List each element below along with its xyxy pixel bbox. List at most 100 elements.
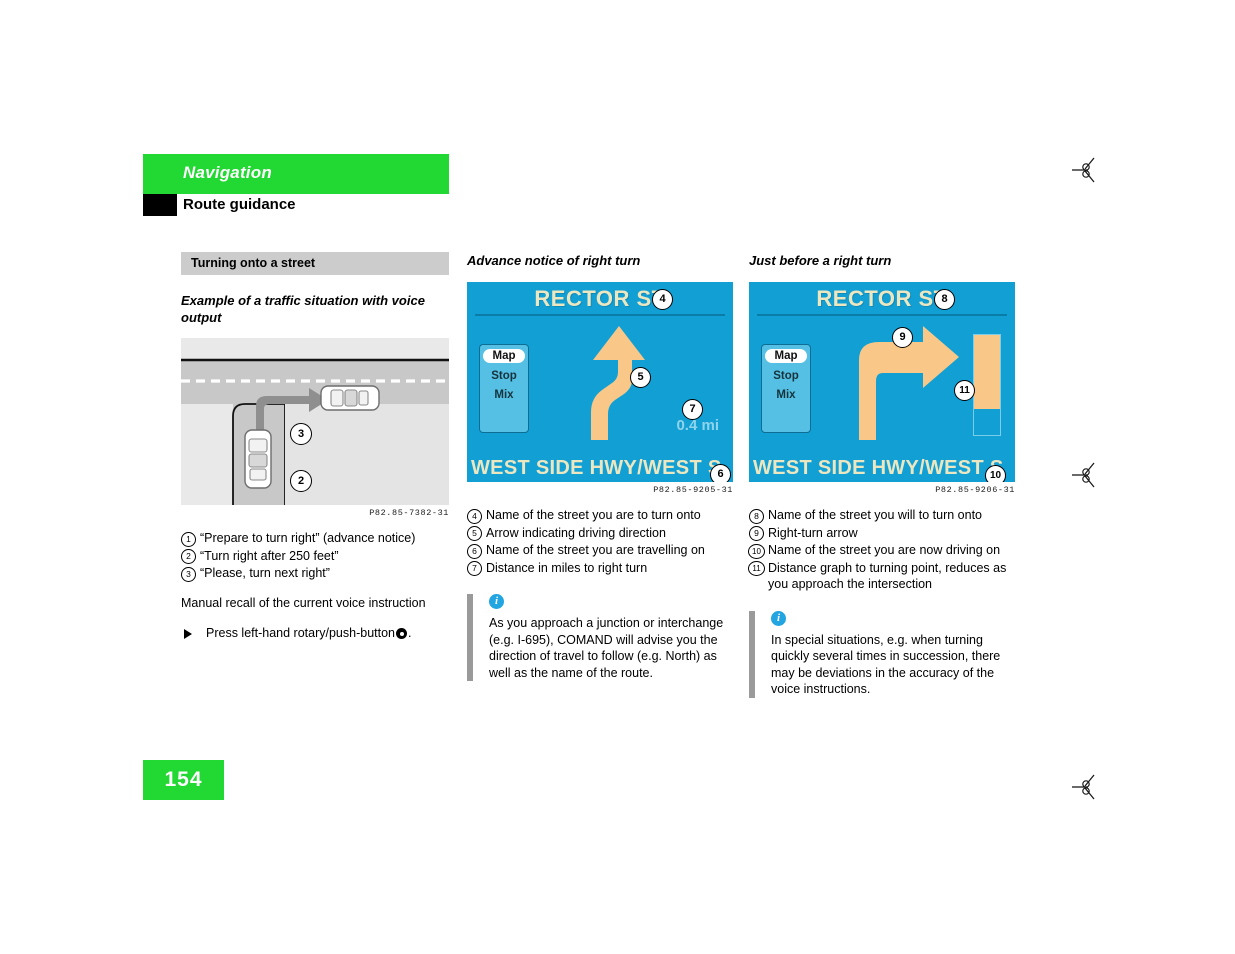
list-item: 6 Name of the street you are travelling … — [467, 542, 733, 559]
screen-callout-6: 6 — [710, 464, 731, 482]
traffic-situation-figure: 3 2 1 — [181, 338, 449, 505]
column-left: Turning onto a street Example of a traff… — [181, 252, 449, 642]
col1-subheading: Example of a traffic situation with voic… — [181, 293, 425, 325]
chapter-title: Navigation — [183, 163, 272, 182]
legend-text: “Please, turn next right” — [200, 566, 330, 580]
list-item: 1 “Prepare to turn right” (advance notic… — [181, 530, 449, 547]
legend-text: “Prepare to turn right” (advance notice) — [200, 531, 416, 545]
legend-text: Name of the street you will to turn onto — [768, 508, 982, 522]
figure-code-col2: P82.85-9205-31 — [653, 485, 733, 495]
column-middle: Advance notice of right turn RECTOR ST M… — [467, 252, 733, 681]
legend-number: 9 — [749, 526, 764, 541]
screen-distance-value: 0.4 mi — [676, 417, 719, 434]
screen-divider — [475, 314, 725, 316]
legend-number: 7 — [467, 561, 482, 576]
crop-mark-icon-bottom — [1072, 772, 1106, 802]
list-item: 9 Right-turn arrow — [749, 525, 1015, 541]
menu-item-stop[interactable]: Stop — [762, 370, 810, 382]
legend-text: Name of the street you are travelling on — [486, 543, 705, 557]
col2-subheading: Advance notice of right turn — [467, 253, 641, 268]
legend-number: 6 — [467, 543, 482, 559]
legend-number: 5 — [467, 526, 482, 541]
screen-top-street: RECTOR ST — [534, 286, 666, 311]
screen-callout-8: 8 — [934, 289, 955, 310]
legend-number: 8 — [749, 508, 764, 524]
figure-callout-2: 2 — [290, 470, 312, 492]
distance-graph-bar — [973, 334, 1001, 436]
menu-item-mix[interactable]: Mix — [480, 389, 528, 401]
step-text-tail: . — [408, 626, 412, 640]
info-icon: i — [771, 610, 786, 626]
info-text: In special situations, e.g. when turning… — [771, 632, 1001, 697]
col1-paragraph: Manual recall of the current voice instr… — [181, 595, 426, 610]
menu-item-map[interactable]: Map — [765, 349, 807, 363]
rotary-push-button-icon — [396, 628, 407, 639]
comand-screen-just-before-turn: RECTOR ST Map Stop Mix WEST SIDE HWY/WES… — [749, 282, 1015, 482]
legend-number: 10 — [748, 543, 765, 559]
screen-callout-9: 9 — [892, 327, 913, 348]
screen-bottom-street: WEST SIDE HWY/WEST S — [471, 457, 722, 479]
screen-menu-panel[interactable]: Map Stop Mix — [479, 344, 529, 433]
col2-info-box: i As you approach a junction or intercha… — [467, 594, 733, 681]
figure-callout-3: 3 — [290, 423, 312, 445]
legend-text: Name of the street you are to turn onto — [486, 508, 701, 522]
list-item: 4 Name of the street you are to turn ont… — [467, 507, 733, 524]
screen-callout-4: 4 — [652, 289, 673, 310]
info-icon: i — [489, 594, 504, 609]
menu-item-stop[interactable]: Stop — [480, 370, 528, 382]
screen-callout-5: 5 — [630, 367, 651, 388]
menu-item-map[interactable]: Map — [483, 349, 525, 363]
page-number: 154 — [143, 760, 224, 800]
menu-item-mix[interactable]: Mix — [762, 389, 810, 401]
legend-text: Right-turn arrow — [768, 525, 858, 540]
subsection-band: Turning onto a street — [181, 252, 449, 275]
legend-number: 1 — [181, 531, 196, 547]
screen-callout-11: 11 — [954, 380, 975, 401]
manual-page: Navigation Route guidance Turning onto a… — [0, 0, 1235, 954]
list-item: 3 “Please, turn next right” — [181, 565, 449, 582]
list-item: 5 Arrow indicating driving direction — [467, 525, 733, 541]
info-side-bar — [467, 594, 473, 681]
info-text: As you approach a junction or interchang… — [489, 616, 724, 680]
legend-number: 11 — [748, 561, 765, 576]
bullet-triangle-icon — [184, 629, 192, 639]
chapter-header-banner: Navigation — [143, 154, 449, 194]
screen-divider — [757, 314, 1007, 316]
comand-screen-advance-notice: RECTOR ST Map Stop Mix 0.4 mi WEST SIDE … — [467, 282, 733, 482]
screen-top-street: RECTOR ST — [816, 286, 948, 311]
list-item: 10 Name of the street you are now drivin… — [748, 542, 1015, 559]
crop-mark-icon-top — [1072, 155, 1106, 185]
col3-info-box: i In special situations, e.g. when turni… — [749, 610, 1015, 698]
screen-bottom-street: WEST SIDE HWY/WEST S — [753, 457, 1004, 479]
legend-number: 4 — [467, 508, 482, 524]
legend-text: “Turn right after 250 feet” — [200, 548, 339, 563]
screen-callout-7: 7 — [682, 399, 703, 420]
screen-callout-10: 10 — [985, 465, 1006, 482]
legend-text: Distance in miles to right turn — [486, 560, 648, 575]
info-side-bar — [749, 610, 755, 698]
col3-subheading: Just before a right turn — [749, 253, 892, 268]
legend-text: Arrow indicating driving direction — [486, 525, 666, 540]
figure-code-col3: P82.85-9206-31 — [935, 485, 1015, 495]
list-item: 11 Distance graph to turning point, redu… — [748, 560, 1015, 593]
crop-mark-icon-middle — [1072, 460, 1106, 490]
section-title: Route guidance — [183, 196, 296, 213]
legend-text: Distance graph to turning point, reduces… — [768, 560, 1007, 592]
step-text: Press left-hand rotary/push-button — [206, 626, 395, 640]
car-approaching — [244, 429, 272, 489]
col1-instruction-step: Press left-hand rotary/push-button. — [181, 625, 449, 642]
legend-text: Name of the street you are now driving o… — [768, 543, 1001, 557]
list-item: 2 “Turn right after 250 feet” — [181, 548, 449, 564]
col1-legend-list: 1 “Prepare to turn right” (advance notic… — [181, 530, 449, 582]
col2-legend-list: 4 Name of the street you are to turn ont… — [467, 507, 733, 576]
col3-legend-list: 8 Name of the street you will to turn on… — [748, 507, 1015, 593]
figure-code-col1: P82.85-7382-31 — [369, 508, 449, 518]
list-item: 7 Distance in miles to right turn — [467, 560, 733, 576]
distance-graph-fill — [974, 335, 1000, 409]
list-item: 8 Name of the street you will to turn on… — [749, 507, 1015, 524]
section-marker-square — [143, 194, 177, 216]
legend-number: 2 — [181, 549, 196, 564]
screen-menu-panel[interactable]: Map Stop Mix — [761, 344, 811, 433]
column-right: Just before a right turn RECTOR ST Map S… — [748, 252, 1015, 698]
legend-number: 3 — [181, 566, 196, 582]
